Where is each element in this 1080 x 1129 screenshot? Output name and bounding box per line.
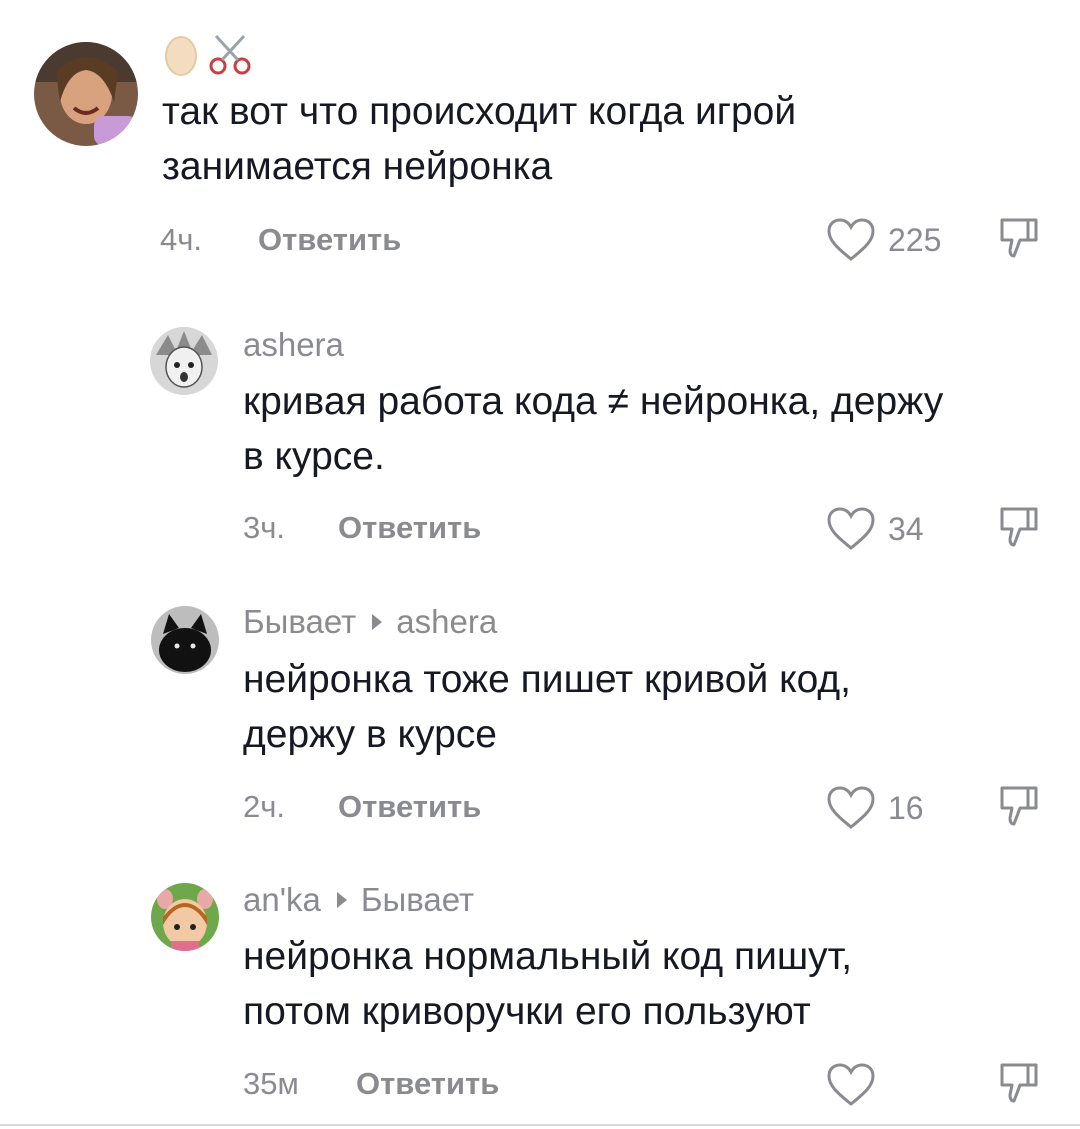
comment-text: нейронка тоже пишет кривой код, держу в … <box>243 658 852 756</box>
avatar[interactable] <box>34 42 138 146</box>
reply-button[interactable]: Ответить <box>258 222 401 258</box>
reply-to-username[interactable]: Бывает <box>361 881 474 919</box>
like-button[interactable]: 16 <box>826 784 924 832</box>
comment-time: 2ч. <box>243 789 286 824</box>
like-button[interactable]: 34 <box>826 505 924 553</box>
reply-arrow-icon <box>336 892 347 908</box>
username[interactable]: ashera <box>243 325 344 365</box>
like-button[interactable] <box>826 1061 888 1109</box>
dislike-icon[interactable] <box>998 784 1040 830</box>
reply-button[interactable]: Ответить <box>338 789 481 825</box>
username-label[interactable]: Бывает <box>243 603 356 641</box>
like-count: 225 <box>888 221 942 258</box>
comment-text: так вот что происходит когда игрой заним… <box>162 90 797 188</box>
comment-text: кривая работа кода ≠ нейронка, держу в к… <box>243 380 944 478</box>
egg-icon <box>165 36 197 76</box>
avatar[interactable] <box>151 606 219 674</box>
reply-to-username[interactable]: ashera <box>396 603 497 641</box>
scissors-icon <box>209 34 251 75</box>
comment-time: 4ч. <box>160 222 203 257</box>
like-count: 34 <box>888 510 924 547</box>
dislike-icon[interactable] <box>998 216 1040 262</box>
avatar[interactable] <box>151 883 219 951</box>
username[interactable]: an'ka Бывает <box>243 880 474 920</box>
avatar[interactable] <box>150 327 218 395</box>
reply-button[interactable]: Ответить <box>338 510 481 546</box>
divider <box>0 1124 1080 1126</box>
like-count: 16 <box>888 789 924 826</box>
heart-icon <box>827 507 875 550</box>
comment-text: нейронка нормальный код пишут, потом кри… <box>243 935 853 1033</box>
comment-time: 3ч. <box>243 510 286 545</box>
dislike-icon[interactable] <box>998 505 1040 551</box>
like-button[interactable]: 225 <box>826 216 941 264</box>
username-label[interactable]: an'ka <box>243 881 321 919</box>
reply-arrow-icon <box>372 614 383 630</box>
heart-icon <box>827 786 875 829</box>
reply-button[interactable]: Ответить <box>356 1066 499 1102</box>
username[interactable]: Бывает ashera <box>243 602 497 642</box>
heart-icon <box>827 218 875 261</box>
username-emoji[interactable] <box>162 32 252 76</box>
username-label[interactable]: ashera <box>243 326 344 364</box>
comment-time: 35м <box>243 1066 299 1101</box>
heart-icon <box>827 1063 875 1106</box>
dislike-icon[interactable] <box>998 1061 1040 1107</box>
